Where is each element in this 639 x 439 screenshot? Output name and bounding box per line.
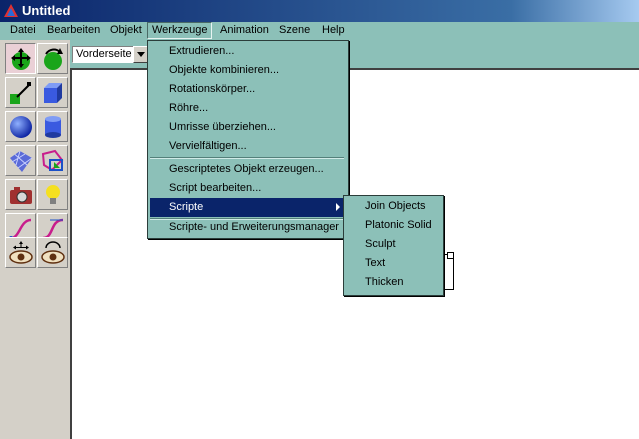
camera-icon: [10, 187, 32, 204]
light-wand-button[interactable]: [5, 77, 36, 108]
light-tool-button[interactable]: [37, 179, 68, 210]
move-tool-icon: [11, 48, 31, 70]
werkzeuge-menu: Extrudieren... Objekte kombinieren... Ro…: [147, 40, 349, 239]
rotate-tool-button[interactable]: [37, 43, 68, 74]
submenu-item-sculpt[interactable]: Sculpt: [346, 235, 441, 254]
cylinder-icon: [45, 116, 61, 138]
rotate-view-icon: [41, 241, 65, 264]
move-view-button[interactable]: [5, 237, 36, 268]
light-bulb-icon: [46, 185, 60, 204]
sphere-icon: [10, 116, 32, 138]
menu-item-umrisse-ueberziehen[interactable]: Umrisse überziehen...: [150, 118, 346, 137]
camera-tool-button[interactable]: [5, 179, 36, 210]
rotate-view-button[interactable]: [37, 237, 68, 268]
menu-separator: [150, 157, 344, 159]
chevron-down-icon: [137, 52, 145, 57]
menu-item-gescriptetes-objekt[interactable]: Gescriptetes Objekt erzeugen...: [150, 160, 346, 179]
menu-item-erweiterungsmanager[interactable]: Scripte- und Erweiterungsmanager: [150, 218, 346, 237]
polygon-icon: [41, 149, 64, 172]
submenu-item-platonic-solid[interactable]: Platonic Solid: [346, 216, 441, 235]
menu-item-roehre[interactable]: Röhre...: [150, 99, 346, 118]
menu-bar: Datei Bearbeiten Objekt Werkzeuge Animat…: [0, 22, 639, 40]
left-panel-strip: [0, 268, 70, 439]
menu-datei[interactable]: Datei: [6, 23, 40, 38]
submenu-item-thicken[interactable]: Thicken: [346, 273, 441, 292]
title-bar: Untitled: [0, 0, 639, 22]
submenu-item-text[interactable]: Text: [346, 254, 441, 273]
menu-objekt[interactable]: Objekt: [106, 23, 146, 38]
tool-palette: [3, 41, 70, 268]
window-title: Untitled: [22, 3, 71, 18]
menu-item-scripte[interactable]: Scripte: [150, 198, 346, 217]
sphere-tool-button[interactable]: [5, 111, 36, 142]
menu-help[interactable]: Help: [318, 23, 349, 38]
light-wand-icon: [10, 82, 31, 104]
move-view-icon: [9, 241, 33, 264]
menu-item-rotationskoerper[interactable]: Rotationskörper...: [150, 80, 346, 99]
mesh-tool-button[interactable]: [5, 145, 36, 176]
menu-item-scripte-label: Scripte: [169, 201, 204, 213]
submenu-arrow-icon: [336, 203, 340, 211]
menu-bearbeiten[interactable]: Bearbeiten: [43, 23, 104, 38]
menu-item-script-bearbeiten[interactable]: Script bearbeiten...: [150, 179, 346, 198]
rotate-tool-icon: [44, 48, 63, 70]
selection-handle[interactable]: [447, 252, 454, 259]
polygon-tool-button[interactable]: [37, 145, 68, 176]
menu-szene[interactable]: Szene: [275, 23, 314, 38]
move-tool-button[interactable]: [5, 43, 36, 74]
menu-werkzeuge[interactable]: Werkzeuge: [147, 22, 213, 39]
menu-item-vervielfaeltigen[interactable]: Vervielfältigen...: [150, 137, 346, 156]
cube-tool-button[interactable]: [37, 77, 68, 108]
menu-item-extrudieren[interactable]: Extrudieren...: [150, 42, 346, 61]
menu-animation[interactable]: Animation: [216, 23, 273, 38]
scripte-submenu: Join Objects Platonic Solid Sculpt Text …: [343, 195, 444, 296]
cube-icon: [44, 83, 62, 103]
submenu-item-join-objects[interactable]: Join Objects: [346, 197, 441, 216]
app-icon: [4, 4, 18, 17]
menu-item-objekte-kombinieren[interactable]: Objekte kombinieren...: [150, 61, 346, 80]
view-select-value: Vorderseite: [76, 48, 132, 60]
mesh-icon: [10, 150, 33, 172]
cylinder-tool-button[interactable]: [37, 111, 68, 142]
